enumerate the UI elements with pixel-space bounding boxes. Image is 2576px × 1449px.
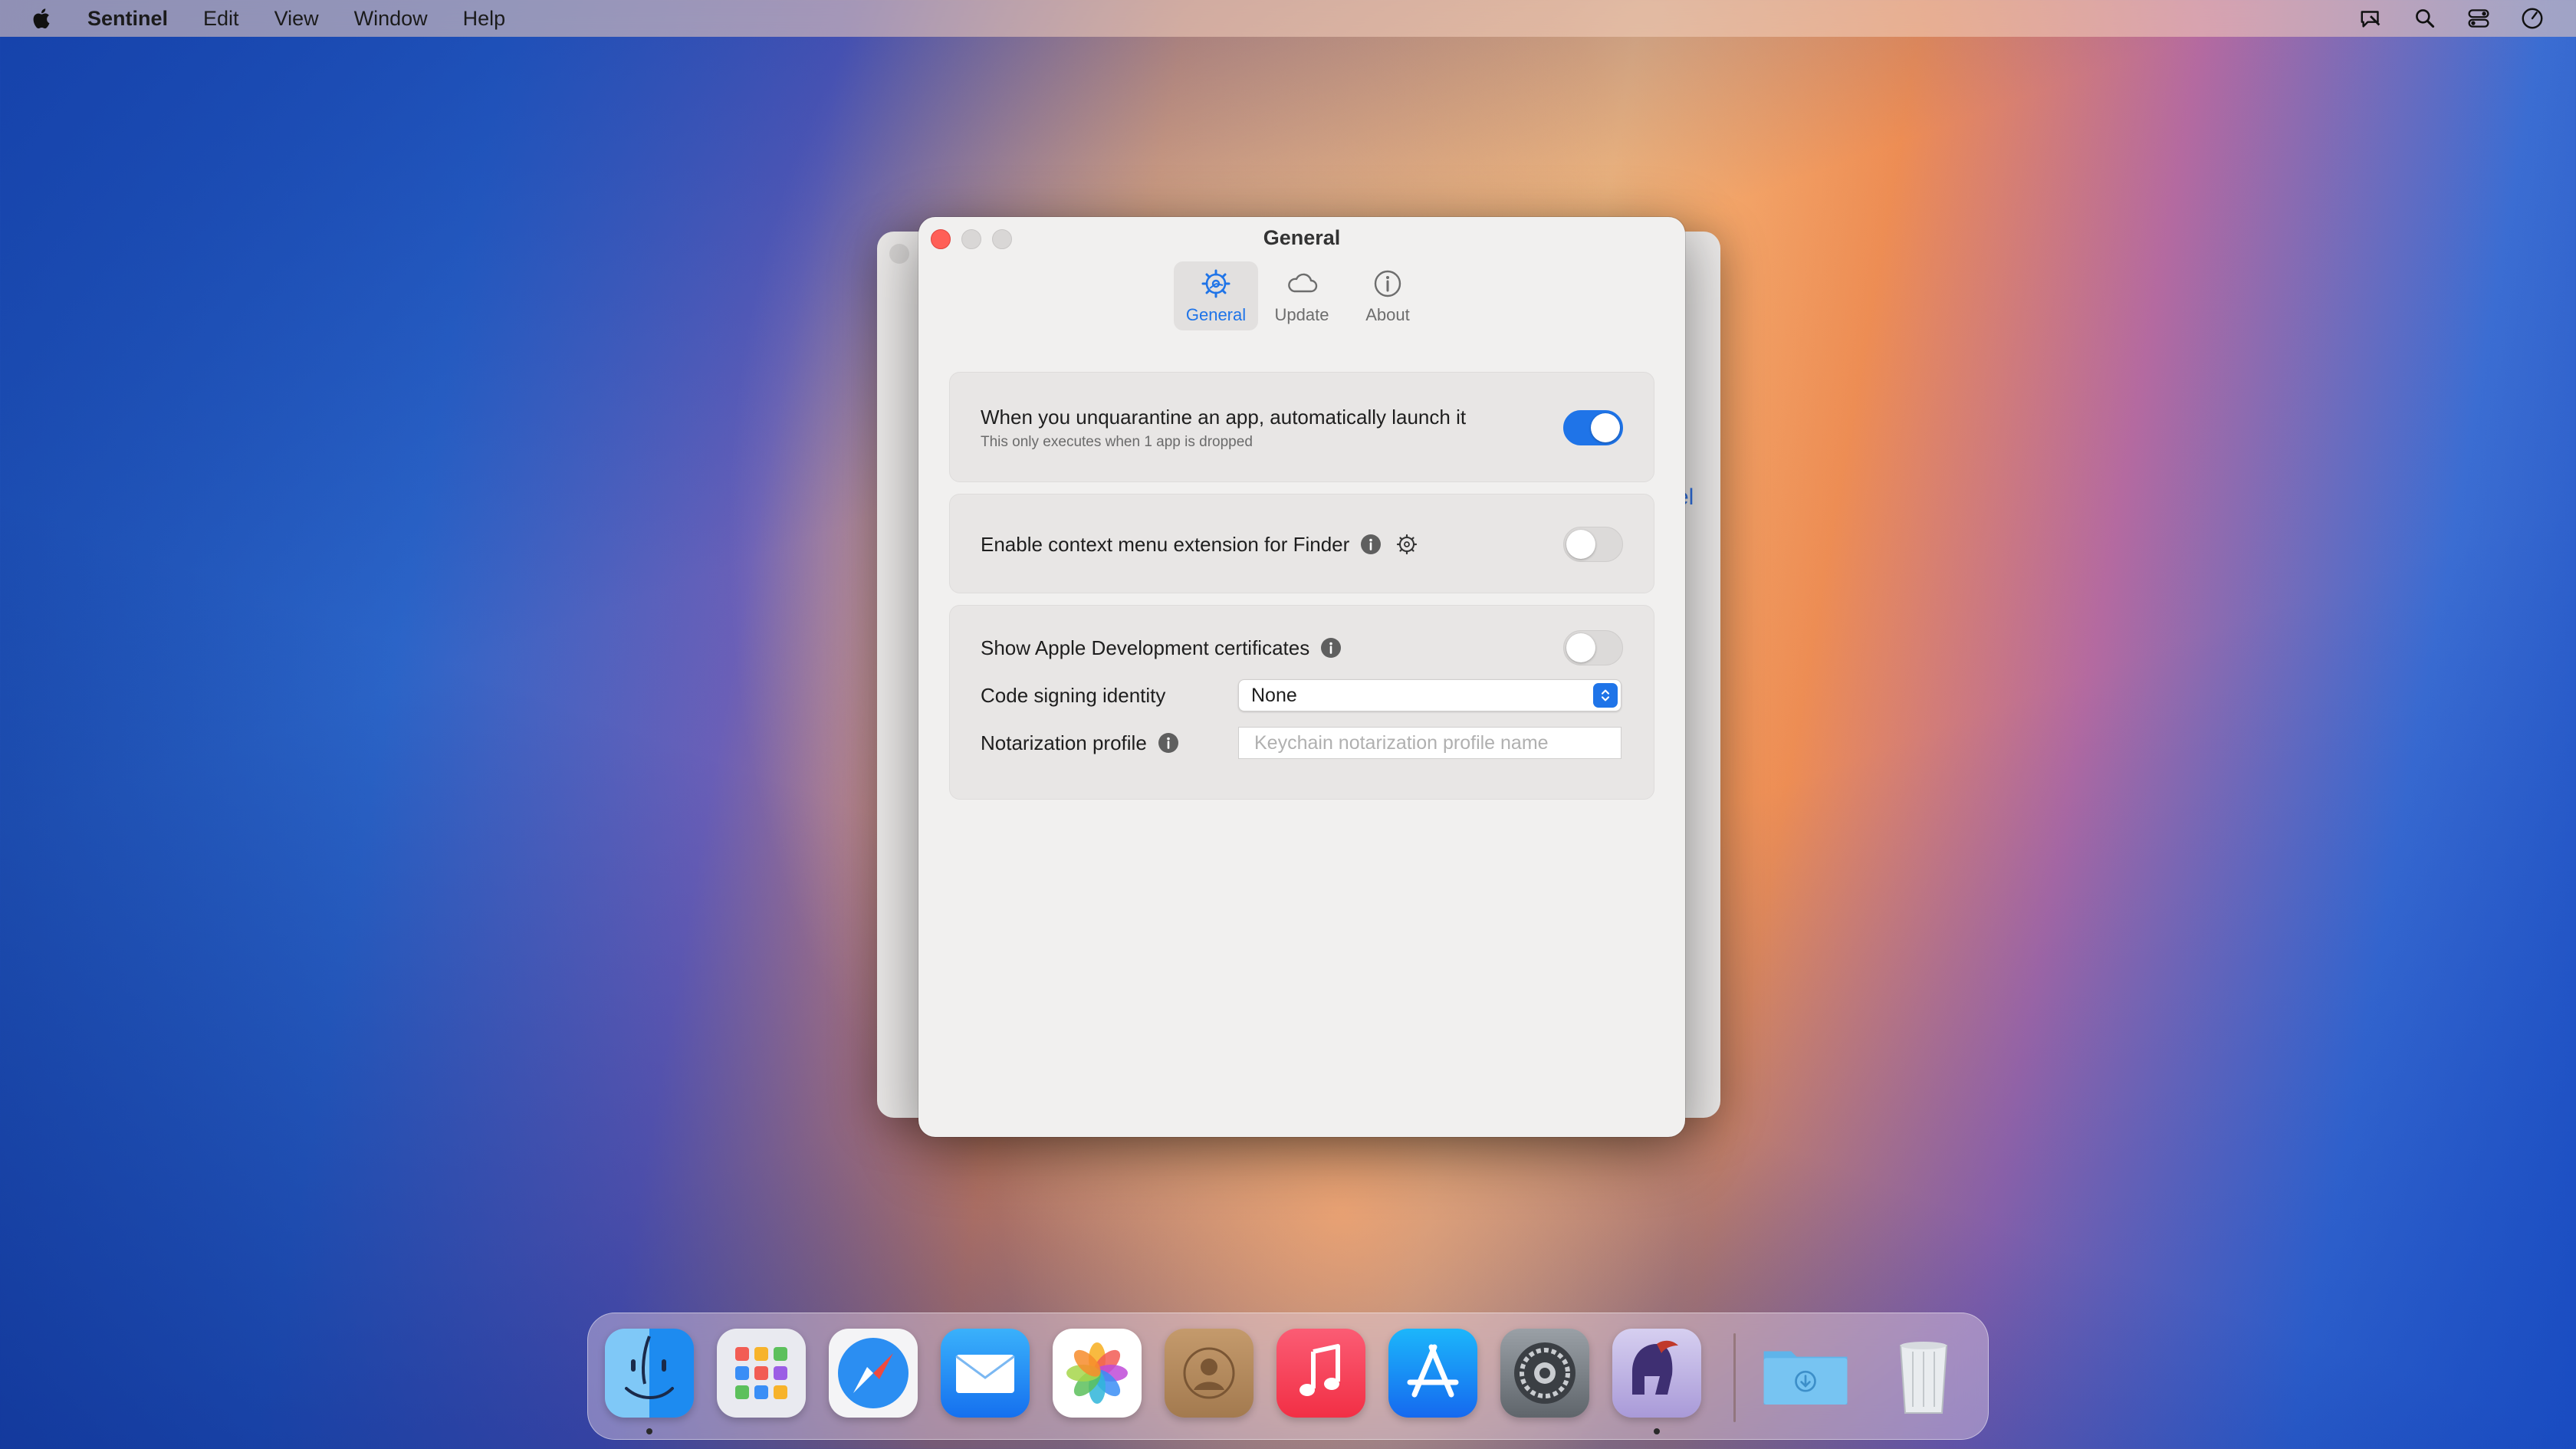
context-menu-info-icon[interactable] [1360, 534, 1382, 555]
code-signing-row: Code signing identity None [950, 676, 1654, 715]
code-signing-value: None [1251, 684, 1297, 706]
menu-bar: Sentinel Edit View Window Help [0, 0, 2576, 37]
safari-icon[interactable] [829, 1329, 918, 1418]
downloads-folder-icon[interactable] [1761, 1329, 1850, 1418]
context-menu-label: Enable context menu extension for Finder [981, 532, 1350, 556]
menu-help[interactable]: Help [463, 7, 506, 31]
menu-app-name[interactable]: Sentinel [87, 7, 168, 31]
code-signing-select[interactable]: None [1238, 679, 1622, 711]
music-icon[interactable] [1276, 1329, 1365, 1418]
apple-menu-icon[interactable] [31, 6, 52, 31]
tab-general[interactable]: General [1174, 261, 1258, 330]
tab-update[interactable]: Update [1260, 261, 1344, 330]
cloud-icon [1288, 273, 1318, 293]
context-menu-toggle[interactable] [1563, 527, 1623, 562]
finder-running-dot [646, 1428, 652, 1434]
dock-separator [1733, 1333, 1736, 1422]
auto-launch-group: When you unquarantine an app, automatica… [949, 372, 1654, 482]
finder-icon[interactable] [605, 1329, 694, 1418]
notarization-label: Notarization profile [981, 731, 1147, 754]
notarization-row: Notarization profile Keychain notarizati… [950, 724, 1654, 762]
context-menu-settings-icon[interactable] [1395, 533, 1418, 556]
launchpad-icon[interactable] [717, 1329, 806, 1418]
sentinel-app-icon[interactable] [1612, 1329, 1701, 1418]
certs-toggle[interactable] [1563, 630, 1623, 665]
certs-info-icon[interactable] [1320, 637, 1342, 659]
auto-launch-label: When you unquarantine an app, automatica… [981, 405, 1467, 429]
contacts-icon[interactable] [1165, 1329, 1254, 1418]
tab-about-label: About [1365, 305, 1410, 324]
code-signing-label: Code signing identity [981, 683, 1166, 707]
photos-icon[interactable] [1053, 1329, 1142, 1418]
menu-edit[interactable]: Edit [203, 7, 239, 31]
info-circle-icon [1374, 270, 1401, 297]
auto-launch-toggle[interactable] [1563, 410, 1623, 445]
updown-chevron-icon [1593, 683, 1618, 708]
trash-icon[interactable] [1879, 1329, 1968, 1418]
context-menu-group: Enable context menu extension for Finder [949, 494, 1654, 593]
signing-group: Show Apple Development certificates Code… [949, 605, 1654, 800]
toggle-knob [1591, 413, 1620, 442]
gear-icon [1201, 269, 1230, 298]
app-store-icon[interactable] [1388, 1329, 1477, 1418]
menu-window[interactable]: Window [354, 7, 428, 31]
auto-launch-row: When you unquarantine an app, automatica… [950, 373, 1654, 483]
window-title: General [1263, 226, 1341, 249]
control-center-icon[interactable] [2466, 5, 2492, 31]
mail-icon[interactable] [941, 1329, 1030, 1418]
settings-toolbar: General Update About [918, 261, 1685, 330]
toggle-knob [1566, 633, 1595, 662]
sentinel-running-dot [1654, 1428, 1660, 1434]
background-window-close-light[interactable] [889, 244, 909, 264]
notarization-info-icon[interactable] [1158, 732, 1179, 754]
spotlight-search-icon[interactable] [2412, 5, 2438, 31]
clock-icon[interactable] [2519, 5, 2545, 31]
toggle-knob [1566, 530, 1595, 559]
menu-view[interactable]: View [274, 7, 319, 31]
notarization-placeholder: Keychain notarization profile name [1254, 731, 1549, 754]
system-settings-icon[interactable] [1500, 1329, 1589, 1418]
tab-about[interactable]: About [1346, 261, 1430, 330]
tab-update-label: Update [1274, 305, 1329, 324]
notarization-input[interactable]: Keychain notarization profile name [1238, 727, 1622, 759]
auto-launch-sublabel: This only executes when 1 app is dropped [981, 433, 1253, 450]
certs-row: Show Apple Development certificates [950, 629, 1654, 667]
sentinel-status-icon[interactable] [2358, 5, 2384, 31]
context-menu-row: Enable context menu extension for Finder [950, 495, 1654, 594]
dock [587, 1313, 1989, 1440]
settings-window: General General Update About When you un… [918, 217, 1685, 1137]
certs-label: Show Apple Development certificates [981, 636, 1310, 659]
tab-general-label: General [1185, 305, 1247, 324]
